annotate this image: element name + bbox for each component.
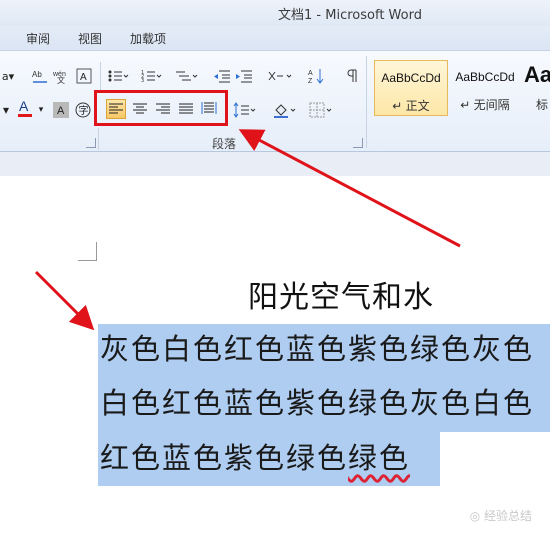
annotation-arrows [34,129,461,331]
arrow-to-alignment [238,129,461,248]
arrow-to-selection [34,270,95,331]
